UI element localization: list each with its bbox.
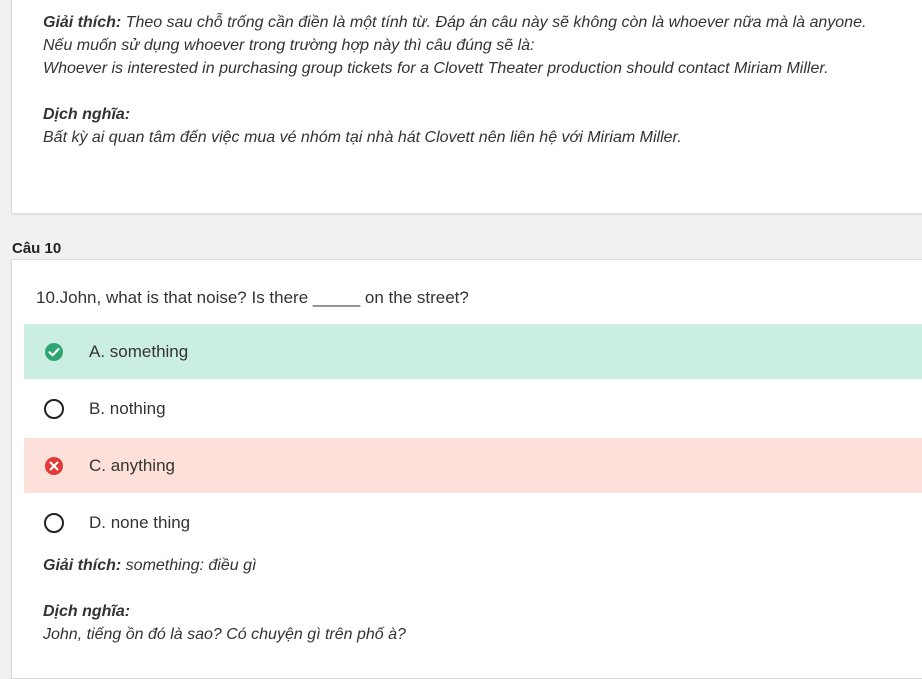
question-text: 10.John, what is that noise? Is there __… [36, 288, 469, 307]
option-c-label: C. anything [89, 455, 175, 475]
explanation-line-2: Nếu muốn sử dụng whoever trong trường hợ… [43, 37, 535, 54]
translation-label: Dịch nghĩa: [43, 603, 131, 620]
option-a-label: A. something [89, 341, 189, 361]
translation-label: Dịch nghĩa: [43, 106, 131, 123]
explanation-text: something: điều gì [121, 557, 257, 574]
radio-icon [44, 512, 64, 533]
previous-answer-card: Giải thích: Theo sau chỗ trống cần điền … [11, 0, 922, 214]
explanation-line: Giải thích: Theo sau chỗ trống cần điền … [43, 11, 913, 34]
explanation-line-3: Whoever is interested in purchasing grou… [43, 60, 829, 77]
previous-explanation: Giải thích: Theo sau chỗ trống cần điền … [43, 11, 913, 149]
question-explanation: Giải thích: something: điều gì Dịch nghĩ… [43, 554, 913, 646]
question-card: 10.John, what is that noise? Is there __… [11, 259, 922, 679]
option-c[interactable]: C. anything [24, 438, 922, 493]
option-b[interactable]: B. nothing [24, 381, 922, 436]
check-circle-icon [44, 342, 64, 362]
x-circle-icon [44, 456, 64, 476]
translation-text: John, tiếng ồn đó là sao? Có chuyện gì t… [43, 626, 406, 643]
explanation-label: Giải thích: [43, 14, 122, 31]
translation-text: Bất kỳ ai quan tâm đến việc mua vé nhóm … [43, 129, 682, 146]
question-number-label: Câu 10 [12, 240, 62, 257]
radio-icon [44, 398, 64, 419]
option-a[interactable]: A. something [24, 324, 922, 379]
option-b-label: B. nothing [89, 398, 166, 418]
explanation-label: Giải thích: [43, 557, 122, 574]
option-d[interactable]: D. none thing [24, 495, 922, 550]
explanation-text: Theo sau chỗ trống cần điền là một tính … [121, 14, 867, 31]
option-d-label: D. none thing [89, 512, 191, 532]
